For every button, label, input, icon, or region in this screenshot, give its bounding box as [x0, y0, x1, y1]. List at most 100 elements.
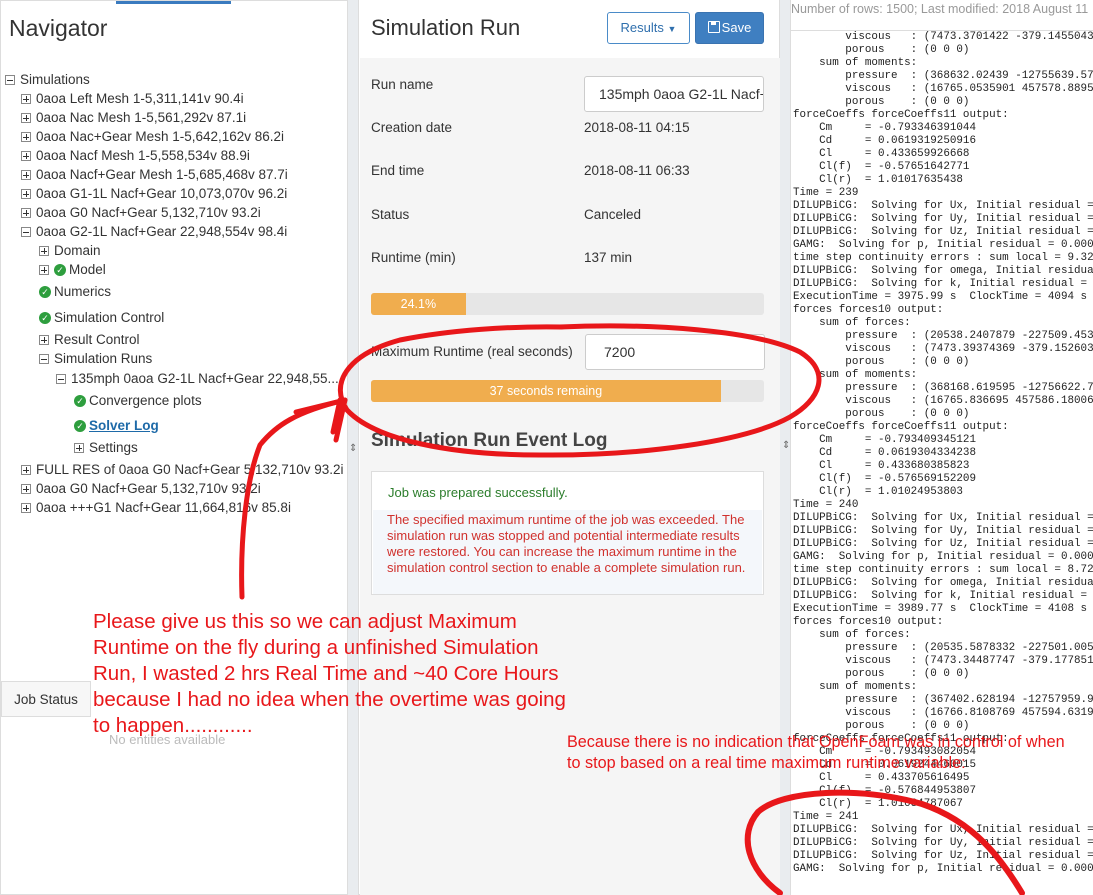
tree-node[interactable]: 0aoa Left Mesh 1-5,311,141v 90.4i [21, 90, 244, 108]
end-time-label: End time [371, 163, 425, 178]
tree-node[interactable]: 0aoa G1-1L Nacf+Gear 10,073,070v 96.2i [21, 185, 287, 203]
tree-node-label: Domain [54, 243, 101, 258]
tree-node[interactable]: 0aoa Nacf Mesh 1-5,558,534v 88.9i [21, 147, 250, 165]
event-log-success-entry: Job was prepared successfully. [388, 485, 568, 500]
collapse-icon[interactable] [39, 354, 49, 364]
run-progress-fill: 24.1% [371, 293, 466, 315]
tree-node-label: 135mph 0aoa G2-1L Nacf+Gear 22,948,55... [71, 371, 339, 386]
tree-node-label: 0aoa G0 Nacf+Gear 5,132,710v 93.2i [36, 481, 261, 496]
remaining-time-bar: 37 seconds remaing [371, 380, 764, 402]
tree-node-label: 0aoa Nac Mesh 1-5,561,292v 87.1i [36, 110, 247, 125]
tree-node-label: Solver Log [89, 418, 159, 433]
tree-node[interactable]: Settings [74, 439, 138, 457]
splitter-handle[interactable]: ⇕ [349, 443, 357, 454]
caret-down-icon: ▼ [667, 24, 677, 34]
tree-node-label: Model [69, 262, 106, 277]
tree-node-label: Settings [89, 440, 138, 455]
save-button-label: Save [721, 20, 752, 35]
creation-date-label: Creation date [371, 120, 453, 135]
floppy-disk-icon [707, 21, 720, 33]
expand-icon[interactable] [21, 484, 31, 494]
tree-node-label: 0aoa Left Mesh 1-5,311,141v 90.4i [36, 91, 244, 106]
run-progress-bar: 24.1% [371, 293, 764, 315]
status-value: Canceled [584, 207, 642, 222]
save-button[interactable]: Save [695, 12, 764, 44]
check-circle-icon: ✓ [74, 395, 86, 407]
log-row-info: Number of rows: 1500; Last modified: 201… [791, 2, 1089, 16]
expand-icon[interactable] [21, 465, 31, 475]
tree-node-label: Convergence plots [89, 393, 202, 408]
tree-node-label: Simulation Runs [54, 351, 153, 366]
tree-node[interactable]: 0aoa Nac Mesh 1-5,561,292v 87.1i [21, 109, 246, 127]
tree-node[interactable]: 0aoa Nacf+Gear Mesh 1-5,685,468v 87.7i [21, 166, 288, 184]
navigator-title: Navigator [9, 15, 108, 41]
active-tab-indicator [116, 1, 231, 4]
max-runtime-label: Maximum Runtime (real seconds) [371, 344, 573, 359]
collapse-icon[interactable] [21, 227, 31, 237]
collapse-icon[interactable] [5, 75, 15, 85]
tree-node[interactable]: ✓ Model [39, 261, 106, 279]
tree-node[interactable]: 0aoa Nac+Gear Mesh 1-5,642,162v 86.2i [21, 128, 284, 146]
runtime-value: 137 min [584, 250, 633, 265]
tree-node-label: 0aoa Nac+Gear Mesh 1-5,642,162v 86.2i [36, 129, 285, 144]
tree-node-label: 0aoa G2-1L Nacf+Gear 22,948,554v 98.4i [36, 224, 288, 239]
job-status-tab[interactable]: Job Status [1, 681, 91, 717]
max-runtime-input[interactable]: 7200 [585, 334, 765, 370]
tree-node-label: 0aoa G0 Nacf+Gear 5,132,710v 93.2i [36, 205, 261, 220]
expand-icon[interactable] [21, 94, 31, 104]
tree-node[interactable]: Simulation Runs [39, 350, 152, 368]
navigator-panel: Navigator Simulations 0aoa Left Mesh 1-5,… [0, 0, 348, 895]
expand-icon[interactable] [39, 335, 49, 345]
run-name-label: Run name [371, 77, 434, 92]
tree-node-label: Simulations [20, 72, 90, 87]
tree-node-label: Numerics [54, 284, 112, 299]
tree-node[interactable]: 0aoa +++G1 Nacf+Gear 11,664,816v 85.8i [21, 499, 291, 517]
expand-icon[interactable] [39, 265, 49, 275]
check-circle-icon: ✓ [74, 420, 86, 432]
remaining-time-fill: 37 seconds remaing [371, 380, 721, 402]
tree-node[interactable]: Domain [39, 242, 101, 260]
results-button-label: Results [620, 20, 664, 35]
expand-icon[interactable] [21, 503, 31, 513]
tree-node-label: 0aoa Nacf+Gear Mesh 1-5,685,468v 87.7i [36, 167, 288, 182]
tree-node[interactable]: ✓ Convergence plots [74, 392, 202, 410]
expand-icon[interactable] [21, 113, 31, 123]
tree-node[interactable]: 135mph 0aoa G2-1L Nacf+Gear 22,948,55... [56, 370, 339, 388]
annotation-note-openfoam: Because there is no indication that Open… [567, 733, 1065, 772]
event-log-title: Simulation Run Event Log [371, 430, 608, 451]
creation-date-value: 2018-08-11 04:15 [584, 120, 690, 135]
simulation-run-title: Simulation Run [371, 15, 521, 40]
tree-node-label: FULL RES of 0aoa G0 Nacf+Gear 5,132,710v… [36, 462, 344, 477]
tree-node[interactable]: Simulations [5, 71, 90, 89]
tree-node[interactable]: 0aoa G0 Nacf+Gear 5,132,710v 93.2i [21, 480, 261, 498]
expand-icon[interactable] [21, 189, 31, 199]
tree-node-label: 0aoa Nacf Mesh 1-5,558,534v 88.9i [36, 148, 250, 163]
run-name-input[interactable]: 135mph 0aoa G2-1L Nacf+Gear [584, 76, 764, 112]
event-log-error-entry: The specified maximum runtime of the job… [373, 510, 762, 594]
tree-node[interactable]: Result Control [39, 331, 140, 349]
tree-node[interactable]: FULL RES of 0aoa G0 Nacf+Gear 5,132,710v… [21, 461, 344, 479]
tree-node[interactable]: 0aoa G2-1L Nacf+Gear 22,948,554v 98.4i [21, 223, 287, 241]
expand-icon[interactable] [39, 246, 49, 256]
expand-icon[interactable] [21, 151, 31, 161]
tree-node[interactable]: ✓ Solver Log [74, 417, 159, 435]
status-label: Status [371, 207, 410, 222]
results-dropdown-button[interactable]: Results ▼ [607, 12, 690, 44]
tree-node[interactable]: 0aoa G0 Nacf+Gear 5,132,710v 93.2i [21, 204, 261, 222]
tree-node[interactable]: ✓ Simulation Control [39, 309, 164, 327]
expand-icon[interactable] [74, 443, 84, 453]
tree-node-label: 0aoa +++G1 Nacf+Gear 11,664,816v 85.8i [36, 500, 291, 515]
expand-icon[interactable] [21, 132, 31, 142]
tree-node-label: 0aoa G1-1L Nacf+Gear 10,073,070v 96.2i [36, 186, 288, 201]
check-circle-icon: ✓ [54, 264, 66, 276]
end-time-value: 2018-08-11 06:33 [584, 163, 690, 178]
runtime-label: Runtime (min) [371, 250, 456, 265]
tree-node-label: Simulation Control [54, 310, 165, 325]
tree-node[interactable]: ✓ Numerics [39, 283, 111, 301]
check-circle-icon: ✓ [39, 312, 51, 324]
tree-node-label: Result Control [54, 332, 140, 347]
event-log-box: Job was prepared successfully. The speci… [371, 471, 764, 595]
expand-icon[interactable] [21, 170, 31, 180]
collapse-icon[interactable] [56, 374, 66, 384]
expand-icon[interactable] [21, 208, 31, 218]
